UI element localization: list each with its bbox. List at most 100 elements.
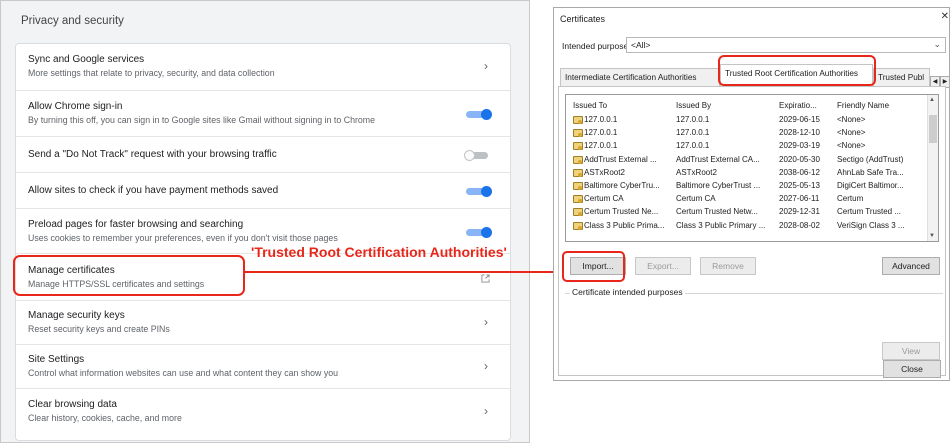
intended-purposes-label: Certificate intended purposes	[570, 287, 685, 297]
cert-friendly-name: <None>	[837, 141, 866, 151]
toggle-knob	[481, 226, 492, 238]
certificate-icon	[573, 168, 583, 177]
settings-row[interactable]: Clear history, cookies, cache, and more C…	[16, 388, 510, 434]
cert-expiration: 2038-06-12	[779, 167, 820, 177]
certificate-icon	[573, 142, 583, 151]
close-button[interactable]: Close	[883, 360, 941, 378]
cert-issued-by: Certum Trusted Netw...	[676, 207, 758, 217]
intended-purpose-select[interactable]: <All> ⌄	[626, 37, 946, 53]
toggle-knob	[481, 109, 492, 120]
cert-issued-by: Baltimore CyberTrust ...	[676, 181, 761, 190]
cert-issued-by: Class 3 Public Primary ...	[676, 220, 766, 230]
callout-annotation: 'Trusted Root Certification Authorities'	[251, 244, 507, 260]
toggle-switch[interactable]	[464, 150, 490, 161]
certificate-list[interactable]: Issued To Issued By Expiratio... Friendl…	[565, 94, 939, 242]
cert-friendly-name: Certum Trusted ...	[837, 207, 902, 217]
certificate-row[interactable]: Certum CA Certum CA 2027-06-11 Certum	[566, 194, 928, 204]
toggle-switch[interactable]	[466, 226, 492, 238]
column-issued-by[interactable]: Issued By	[676, 101, 776, 110]
settings-row-title: Clear browsing data	[28, 399, 117, 410]
cert-issued-to: AddTrust External ...	[584, 154, 657, 164]
chrome-settings-panel: Privacy and security More settings that …	[0, 0, 530, 443]
cert-issued-to: 127.0.0.1	[584, 141, 618, 151]
cert-expiration: 2028-12-10	[779, 128, 820, 138]
cert-expiration: 2029-06-15	[779, 115, 820, 124]
settings-row[interactable]: Control what information websites can us…	[16, 344, 510, 388]
certificate-row[interactable]: Class 3 Public Prima... Class 3 Public Pr…	[566, 221, 928, 231]
certificate-icon	[573, 208, 583, 217]
settings-row-subtitle: By turning this off, you can sign in to …	[28, 115, 376, 125]
cert-issued-by: 127.0.0.1	[676, 141, 710, 151]
cert-issued-to: ASTxRoot2	[584, 167, 625, 177]
chevron-right-icon[interactable]: ›	[484, 59, 488, 73]
chevron-down-icon: ⌄	[933, 39, 941, 49]
cert-expiration: 2028-08-02	[779, 220, 820, 230]
view-button[interactable]: View	[882, 342, 940, 360]
certificate-row[interactable]: 127.0.0.1 127.0.0.1 2028-12-10 <None>	[566, 128, 928, 138]
settings-row[interactable]: By turning this off, you can sign in to …	[16, 90, 510, 136]
tab-trusted-publishers[interactable]: Trusted Publ	[873, 68, 930, 86]
intended-purpose-value: <All>	[631, 40, 651, 50]
certificate-icon	[573, 195, 583, 204]
import-button-highlight	[562, 251, 625, 282]
cert-friendly-name: AhnLab Safe Tra...	[837, 167, 904, 177]
certificate-icon	[573, 116, 583, 124]
export-button[interactable]: Export...	[635, 257, 691, 275]
cert-friendly-name: <None>	[837, 115, 866, 124]
toggle-knob	[481, 186, 492, 197]
chevron-right-icon[interactable]: ›	[484, 315, 488, 329]
certificates-dialog: Certificates ✕ Intended purpose: <All> ⌄…	[553, 7, 950, 381]
cert-issued-to: 127.0.0.1	[584, 128, 618, 138]
cert-issued-by: AddTrust External CA...	[676, 154, 760, 164]
open-in-new-icon[interactable]	[481, 273, 490, 283]
certificate-icon	[573, 155, 583, 164]
settings-row[interactable]: Allow sites to check if you have payment…	[16, 172, 510, 208]
cert-friendly-name: DigiCert Baltimor...	[837, 181, 904, 190]
close-icon[interactable]: ✕	[941, 11, 949, 22]
certificate-row[interactable]: 127.0.0.1 127.0.0.1 2029-06-15 <None>	[566, 115, 928, 125]
scroll-up-icon[interactable]: ▲	[929, 97, 935, 103]
chevron-right-icon[interactable]: ›	[484, 359, 488, 373]
certificate-row[interactable]: AddTrust External ... AddTrust External C…	[566, 155, 928, 165]
list-scrollbar[interactable]: ▲ ▼	[927, 95, 938, 241]
cert-expiration: 2029-03-19	[779, 141, 820, 151]
section-title: Privacy and security	[21, 15, 124, 27]
settings-row-title: Send a "Do Not Track" request with your …	[28, 149, 277, 160]
certificate-icon	[573, 129, 583, 138]
scroll-down-icon[interactable]: ▼	[929, 233, 935, 239]
advanced-button[interactable]: Advanced	[882, 257, 940, 275]
column-issued-to[interactable]: Issued To	[573, 101, 673, 110]
certificate-icon	[573, 182, 583, 190]
cert-friendly-name: VeriSign Class 3 ...	[837, 220, 905, 230]
settings-row-title: Sync and Google services	[28, 54, 145, 65]
toggle-switch[interactable]	[466, 109, 492, 120]
settings-row[interactable]: Send a "Do Not Track" request with your …	[16, 136, 510, 172]
toggle-switch[interactable]	[466, 186, 492, 197]
settings-row-subtitle: Control what information websites can us…	[28, 368, 339, 378]
settings-row-subtitle: More settings that relate to privacy, se…	[28, 68, 275, 78]
tab-intermediate-ca[interactable]: Intermediate Certification Authorities	[560, 68, 720, 86]
certificate-row[interactable]: ASTxRoot2 ASTxRoot2 2038-06-12 AhnLab Safe …	[566, 168, 928, 178]
cert-issued-to: Baltimore CyberTru...	[584, 181, 660, 190]
certificate-row[interactable]: 127.0.0.1 127.0.0.1 2029-03-19 <None>	[566, 141, 928, 151]
remove-button[interactable]: Remove	[700, 257, 756, 275]
column-friendly-name[interactable]: Friendly Name	[837, 101, 927, 110]
settings-row-title: Allow sites to check if you have payment…	[28, 185, 279, 196]
settings-card: More settings that relate to privacy, se…	[15, 43, 511, 441]
settings-row[interactable]: Reset security keys and create PINs Manag…	[16, 300, 510, 344]
column-expiration[interactable]: Expiratio...	[779, 101, 833, 110]
manage-certificates-highlight	[13, 255, 245, 296]
certificate-row[interactable]: Baltimore CyberTru... Baltimore CyberTrus…	[566, 181, 928, 191]
settings-row-title: Preload pages for faster browsing and se…	[28, 218, 244, 230]
settings-row[interactable]: More settings that relate to privacy, se…	[16, 44, 510, 90]
cert-issued-by: Certum CA	[676, 194, 716, 204]
chevron-right-icon[interactable]: ›	[484, 404, 488, 418]
cert-expiration: 2020-05-30	[779, 154, 820, 164]
cert-friendly-name: Certum	[837, 194, 864, 204]
tab-scroll-buttons: ◀ ▶	[930, 70, 950, 88]
scrollbar-thumb[interactable]	[929, 115, 937, 143]
cert-friendly-name: Sectigo (AddTrust)	[837, 154, 904, 164]
certificate-row[interactable]: Certum Trusted Ne... Certum Trusted Netw.…	[566, 207, 928, 217]
cert-issued-to: 127.0.0.1	[584, 115, 618, 124]
settings-row-title: Manage security keys	[28, 310, 125, 321]
